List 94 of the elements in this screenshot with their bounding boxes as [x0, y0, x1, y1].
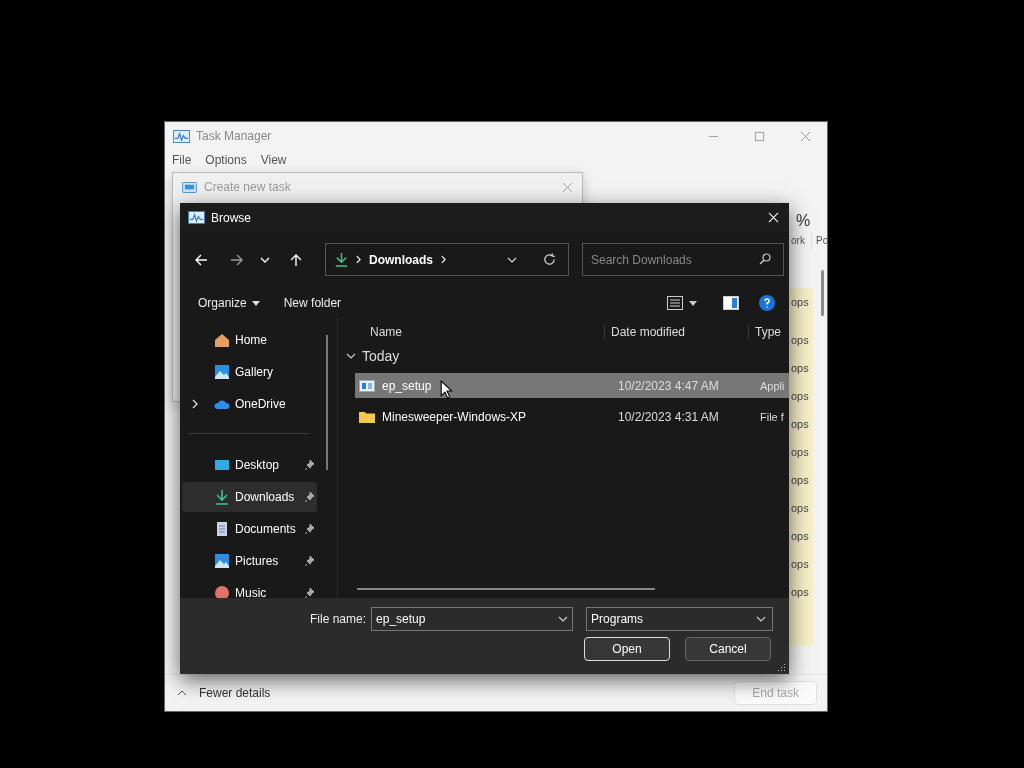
application-icon: [359, 379, 375, 392]
resize-grip-icon[interactable]: [778, 663, 786, 671]
download-icon: [214, 489, 230, 505]
desktop-icon: [214, 457, 230, 473]
dialog-title: Browse: [211, 210, 251, 225]
column-header[interactable]: Type: [748, 325, 781, 339]
sidebar-label: Downloads: [235, 490, 296, 504]
caret-icon[interactable]: [177, 690, 187, 696]
sidebar-item[interactable]: Desktop: [182, 450, 317, 480]
sidebar-item[interactable]: Gallery: [182, 357, 317, 387]
scrollbar[interactable]: [326, 335, 328, 470]
search-field[interactable]: Search Downloads: [582, 243, 784, 276]
dialog-title: Create new task: [204, 180, 291, 194]
back-icon[interactable]: [194, 252, 208, 267]
sidebar-item[interactable]: Downloads: [182, 482, 317, 512]
sidebar-label: Pictures: [235, 554, 280, 568]
table-cell-text: ops: [790, 361, 809, 376]
home-icon: [214, 332, 230, 348]
music-icon: [214, 585, 230, 598]
column-header[interactable]: Date modified: [604, 325, 686, 339]
chevron-down-icon[interactable]: [346, 353, 356, 359]
file-type: Appli: [760, 379, 785, 392]
view-icon[interactable]: [667, 296, 683, 310]
new-folder-button[interactable]: New folder: [273, 292, 352, 314]
sidebar-item[interactable]: Home: [182, 325, 317, 355]
file-name-field[interactable]: ep_setup: [371, 607, 574, 631]
table-cell-text: ops: [790, 333, 809, 348]
window-icon: [182, 181, 197, 193]
document-icon: [214, 521, 230, 537]
fewer-details-link[interactable]: Fewer details: [199, 686, 271, 700]
table-cell-text: ops: [790, 501, 809, 516]
gallery-icon: [214, 364, 230, 380]
file-date: 10/2/2023 4:31 AM: [618, 409, 719, 424]
table-cell-text: ops: [790, 295, 809, 310]
table-cell-text: ops: [790, 417, 809, 432]
column-header: %: [796, 212, 811, 230]
sidebar-label: Gallery: [235, 365, 274, 379]
file-name: ep_setup: [382, 378, 432, 393]
caret-icon[interactable]: [689, 300, 697, 306]
chart-icon: [173, 129, 190, 143]
chevron-right-icon[interactable]: [192, 399, 198, 409]
sidebar-label: Music: [235, 586, 268, 598]
column-header[interactable]: Name: [370, 325, 402, 339]
menu-item[interactable]: View: [260, 153, 287, 169]
window-title: Task Manager: [196, 129, 272, 143]
chevron-right-icon: [441, 255, 446, 264]
file-name-label: File name:: [310, 612, 367, 626]
refresh-icon[interactable]: [543, 253, 556, 266]
column-header: ork: [791, 235, 805, 246]
file-row[interactable]: ep_setup 10/2/2023 4:47 AM Appli: [355, 373, 789, 398]
sidebar-label: Desktop: [235, 458, 281, 472]
menu-item[interactable]: Options: [205, 153, 247, 169]
file-row[interactable]: Minesweeper-Windows-XP 10/2/2023 4:31 AM File f: [355, 404, 789, 429]
sidebar-label: OneDrive: [235, 397, 287, 411]
table-cell-text: ops: [790, 557, 809, 572]
address-bar[interactable]: Downloads: [325, 243, 569, 276]
preview-pane-icon[interactable]: [723, 296, 739, 310]
folder-icon: [359, 410, 375, 423]
sidebar-label: Home: [235, 333, 268, 347]
table-cell-text: ops: [790, 389, 809, 404]
scrollbar[interactable]: [357, 588, 655, 590]
forward-icon[interactable]: [230, 252, 244, 267]
sidebar-item[interactable]: Documents: [182, 514, 317, 544]
file-type-dropdown[interactable]: Programs: [586, 607, 774, 631]
sidebar-label: Documents: [235, 522, 297, 536]
file-date: 10/2/2023 4:47 AM: [618, 378, 719, 393]
table-cell-text: ops: [790, 473, 809, 488]
breadcrumb[interactable]: Downloads: [369, 252, 433, 267]
file-type: File f: [760, 410, 784, 423]
download-icon: [335, 252, 348, 267]
chevron-down-icon[interactable]: [558, 616, 569, 622]
scrollbar[interactable]: [821, 270, 824, 316]
chart-icon: [188, 211, 205, 224]
chevron-right-icon: [356, 255, 361, 264]
gallery-icon: [214, 553, 230, 569]
table-cell-text: ops: [790, 445, 809, 460]
up-icon[interactable]: [289, 252, 303, 267]
sidebar-item[interactable]: Music: [182, 578, 317, 598]
sidebar-item[interactable]: Pictures: [182, 546, 317, 576]
table-cell-text: ops: [790, 529, 809, 544]
chevron-down-icon[interactable]: [507, 256, 517, 263]
sidebar-item[interactable]: OneDrive: [182, 389, 317, 419]
chevron-down-icon: [756, 616, 767, 622]
menu-item[interactable]: File: [172, 153, 192, 169]
table-cell-text: ops: [790, 585, 809, 600]
file-name: Minesweeper-Windows-XP: [382, 409, 527, 424]
organize-button[interactable]: Organize: [188, 292, 270, 314]
mouse-cursor-icon: [440, 380, 453, 399]
search-icon[interactable]: [759, 253, 771, 265]
caret-icon: [251, 300, 260, 306]
open-button[interactable]: Open: [584, 637, 670, 661]
cancel-button[interactable]: Cancel: [685, 637, 771, 661]
help-icon[interactable]: [759, 295, 775, 311]
group-header: Today: [362, 348, 400, 364]
